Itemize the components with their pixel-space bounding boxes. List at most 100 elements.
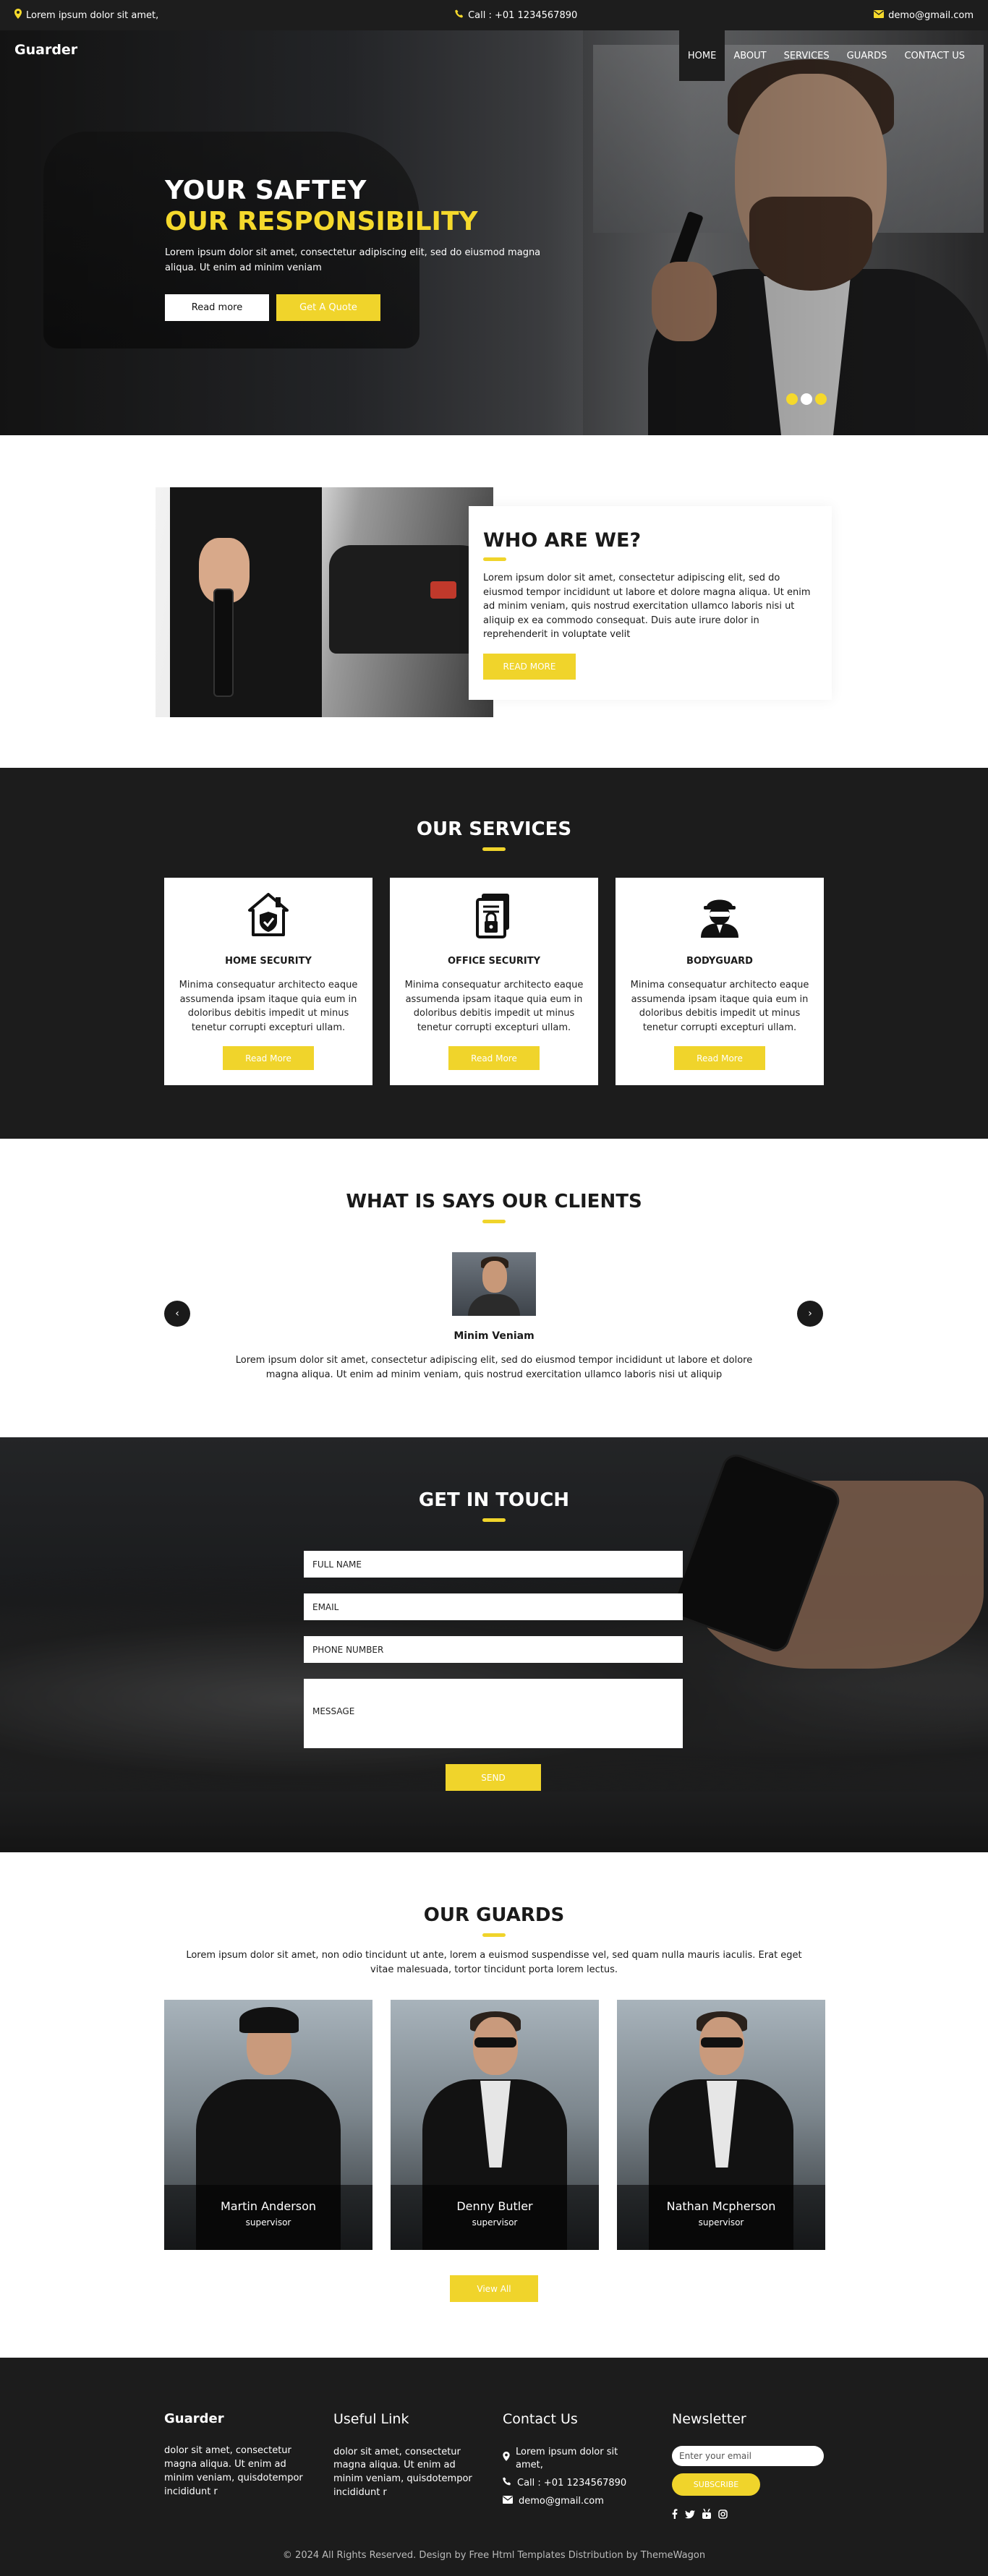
full-name-input[interactable] [304, 1551, 683, 1578]
carousel-dot-2[interactable] [801, 393, 812, 405]
footer-email[interactable]: demo@gmail.com [503, 2495, 647, 2509]
phone-input[interactable] [304, 1636, 683, 1663]
topbar-address: Lorem ipsum dolor sit amet, [14, 9, 158, 22]
phone-icon [503, 2477, 511, 2491]
guards-title: OUR GUARDS [423, 1904, 565, 1926]
envelope-icon [503, 2495, 513, 2509]
guard-name: Martin Anderson [220, 2199, 317, 2213]
get-quote-button[interactable]: Get A Quote [276, 294, 380, 321]
guard-name: Denny Butler [456, 2199, 533, 2213]
top-bar: Lorem ipsum dolor sit amet, Call : +01 1… [0, 0, 988, 30]
about-title: WHO ARE WE? [483, 529, 642, 552]
subscribe-button[interactable]: SUBSCRIBE [672, 2473, 760, 2496]
email-input[interactable] [304, 1593, 683, 1620]
topbar-email-text: demo@gmail.com [888, 9, 974, 21]
service-card-home-security: HOME SECURITY Minima consequatur archite… [164, 878, 372, 1085]
nav-item-home[interactable]: HOME [678, 30, 725, 81]
about-card: WHO ARE WE? Lorem ipsum dolor sit amet, … [469, 506, 832, 700]
copyright-text: © 2024 All Rights Reserved. Design by Fr… [282, 2550, 706, 2561]
youtube-icon[interactable] [702, 2508, 711, 2523]
chevron-left-icon: ‹ [175, 1308, 179, 1319]
guard-role: supervisor [245, 2217, 291, 2228]
footer-brand-text: dolor sit amet, consectetur magna aliqua… [164, 2445, 303, 2497]
footer-phone[interactable]: Call : +01 1234567890 [503, 2477, 647, 2491]
twitter-icon[interactable] [685, 2509, 695, 2523]
guard-card[interactable]: Nathan Mcpherson supervisor [617, 2000, 825, 2250]
services-title: OUR SERVICES [416, 818, 572, 840]
footer-address: Lorem ipsum dolor sit amet, [503, 2446, 647, 2473]
title-underline [482, 1518, 506, 1522]
nav-item-about[interactable]: ABOUT [725, 30, 775, 81]
footer-brand-column: Guarder dolor sit amet, consectetur magn… [164, 2410, 309, 2499]
carousel-prev-button[interactable]: ‹ [164, 1301, 190, 1327]
home-shield-icon [164, 891, 372, 940]
guard-name: Nathan Mcpherson [666, 2199, 776, 2213]
about-section: WHO ARE WE? Lorem ipsum dolor sit amet, … [0, 435, 988, 768]
hero-content: YOUR SAFTEY OUR RESPONSIBILITY Lorem ips… [165, 175, 548, 321]
send-button[interactable]: SEND [446, 1764, 541, 1791]
nav-item-services[interactable]: SERVICES [775, 30, 838, 81]
footer-useful-title: Useful Link [333, 2411, 409, 2427]
footer-useful-column: Useful Link dolor sit amet, consectetur … [333, 2410, 478, 2500]
topbar-email[interactable]: demo@gmail.com [874, 9, 974, 21]
services-section: OUR SERVICES HOME SECURITY Minima conseq… [0, 768, 988, 1139]
service-card-bodyguard: BODYGUARD Minima consequatur architecto … [616, 878, 824, 1085]
brand-logo[interactable]: Guarder [14, 42, 77, 58]
client-name: Minim Veniam [453, 1330, 535, 1342]
nav-item-contact[interactable]: CONTACT US [895, 30, 974, 81]
footer-newsletter-title: Newsletter [672, 2411, 746, 2427]
social-links [672, 2508, 831, 2523]
client-testimonial: Lorem ipsum dolor sit amet, consectetur … [235, 1355, 753, 1380]
view-all-button[interactable]: View All [450, 2275, 538, 2302]
title-underline [482, 1220, 506, 1223]
carousel-next-button[interactable]: › [797, 1301, 823, 1327]
main-navbar: Guarder HOME ABOUT SERVICES GUARDS CONTA… [0, 30, 988, 81]
phone-icon [455, 9, 464, 21]
service-card-office-security: OFFICE SECURITY Minima consequatur archi… [390, 878, 598, 1085]
contact-section: GET IN TOUCH SEND [0, 1437, 988, 1852]
title-underline [483, 557, 506, 561]
service-read-more-button[interactable]: Read More [674, 1046, 765, 1070]
footer-useful-text: dolor sit amet, consectetur magna aliqua… [333, 2446, 472, 2499]
carousel-dot-1[interactable] [786, 393, 798, 405]
office-lock-icon [390, 891, 598, 940]
service-read-more-button[interactable]: Read More [223, 1046, 314, 1070]
title-underline [482, 847, 506, 851]
hero-title: YOUR SAFTEY OUR RESPONSIBILITY [165, 175, 548, 237]
about-image [156, 487, 493, 717]
facebook-icon[interactable] [672, 2508, 678, 2523]
carousel-dot-3[interactable] [815, 393, 827, 405]
footer-contact-column: Contact Us Lorem ipsum dolor sit amet, C… [503, 2410, 647, 2513]
nav-item-guards[interactable]: GUARDS [838, 30, 896, 81]
topbar-phone[interactable]: Call : +01 1234567890 [455, 9, 577, 21]
footer-brand[interactable]: Guarder [164, 2410, 309, 2429]
hero-section: Guarder HOME ABOUT SERVICES GUARDS CONTA… [0, 30, 988, 435]
clients-title: WHAT IS SAYS OUR CLIENTS [346, 1191, 642, 1212]
carousel-indicators [786, 393, 827, 405]
service-title: BODYGUARD [686, 956, 753, 967]
service-read-more-button[interactable]: Read More [448, 1046, 540, 1070]
guard-role: supervisor [472, 2217, 518, 2228]
hero-text: Lorem ipsum dolor sit amet, consectetur … [165, 247, 541, 273]
guard-card[interactable]: Martin Anderson supervisor [164, 2000, 372, 2250]
envelope-icon [874, 9, 885, 21]
client-avatar [452, 1252, 536, 1316]
about-read-more-button[interactable]: READ MORE [483, 653, 576, 680]
nav-menu: HOME ABOUT SERVICES GUARDS CONTACT US [678, 30, 974, 81]
contact-form: SEND [304, 1551, 683, 1791]
guard-role: supervisor [698, 2217, 744, 2228]
location-pin-icon [14, 9, 22, 22]
message-input[interactable] [304, 1679, 683, 1748]
guard-card[interactable]: Denny Butler supervisor [391, 2000, 599, 2250]
topbar-phone-text: Call : +01 1234567890 [468, 9, 578, 21]
chevron-right-icon: › [808, 1308, 812, 1319]
newsletter-email-input[interactable] [672, 2445, 824, 2466]
guards-intro: Lorem ipsum dolor sit amet, non odio tin… [186, 1950, 802, 1975]
instagram-icon[interactable] [718, 2509, 728, 2523]
service-text: Minima consequatur architecto eaque assu… [630, 980, 809, 1033]
service-title: HOME SECURITY [225, 956, 312, 967]
read-more-button[interactable]: Read more [165, 294, 269, 321]
about-text: Lorem ipsum dolor sit amet, consectetur … [483, 573, 811, 640]
guards-section: OUR GUARDS Lorem ipsum dolor sit amet, n… [0, 1852, 988, 2358]
location-pin-icon [503, 2452, 510, 2466]
